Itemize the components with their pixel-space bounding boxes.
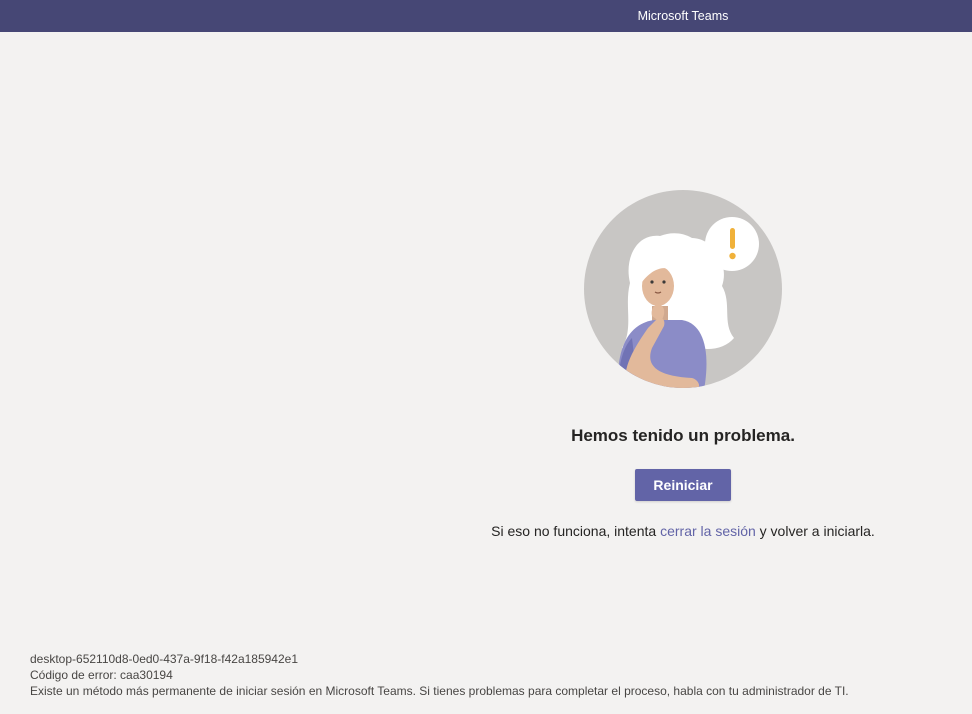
hint-text: Si eso no funciona, intenta cerrar la se… [433,523,933,539]
restart-button[interactable]: Reiniciar [635,469,731,501]
confused-person-illustration [584,190,782,388]
error-screen: Hemos tenido un problema. Reiniciar Si e… [0,32,972,714]
device-id: desktop-652110d8-0ed0-437a-9f18-f42a1859… [30,652,299,666]
diagnostic-footer: desktop-652110d8-0ed0-437a-9f18-f42a1859… [30,651,849,699]
hint-text-before: Si eso no funciona, intenta [491,523,661,539]
hint-text-after: y volver a iniciarla. [755,523,875,539]
sign-out-link[interactable]: cerrar la sesión [660,523,756,539]
window-title: Microsoft Teams [637,9,729,23]
exclamation-icon [729,228,736,260]
title-bar: Microsoft Teams [0,0,972,32]
sign-in-info: Existe un método más permanente de inici… [30,684,849,698]
error-heading: Hemos tenido un problema. [571,426,795,445]
error-code: Código de error: caa30194 [30,668,173,682]
